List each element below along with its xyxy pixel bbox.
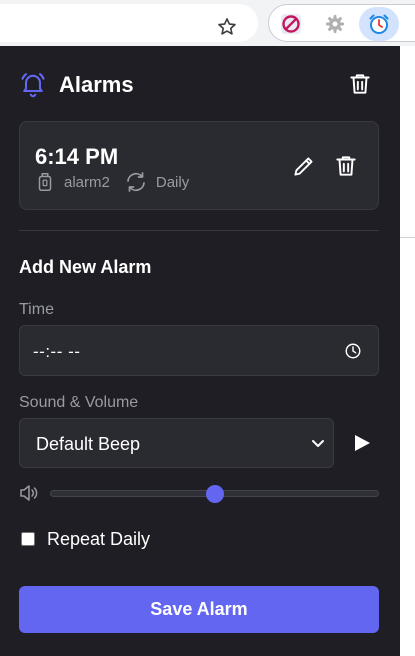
time-input[interactable]: --:-- -- <box>19 325 379 376</box>
repeat-daily-label[interactable]: Repeat Daily <box>47 529 150 550</box>
repeat-daily-checkbox[interactable] <box>21 532 35 546</box>
clock-icon[interactable] <box>344 342 362 360</box>
sound-volume-label: Sound & Volume <box>19 394 139 411</box>
alarm-card: 6:14 PM alarm2 Daily <box>19 121 379 210</box>
page-title: Alarms <box>59 72 134 97</box>
popup-header: Alarms <box>19 68 381 102</box>
alarm-repeat: Daily <box>155 173 190 191</box>
address-bar[interactable] <box>0 4 258 42</box>
volume-icon <box>20 485 38 501</box>
play-icon[interactable] <box>351 432 373 454</box>
alarm-clock-extension-icon[interactable] <box>367 12 391 36</box>
delete-alarm-trash-icon[interactable] <box>333 153 359 179</box>
sound-select[interactable]: Default Beep <box>19 418 334 468</box>
time-label: Time <box>19 301 54 318</box>
gear-extension-icon[interactable] <box>323 12 347 36</box>
sound-select-value: Default Beep <box>36 434 141 454</box>
section-divider <box>19 230 379 231</box>
repeat-icon <box>127 172 145 192</box>
chevron-down-icon <box>312 440 324 447</box>
alarm-meta: alarm2 Daily <box>36 170 189 194</box>
time-input-value: --:-- -- <box>33 342 81 361</box>
bell-icon <box>21 73 45 98</box>
extensions-area <box>268 4 415 42</box>
luggage-tag-icon <box>38 173 52 191</box>
add-alarm-heading: Add New Alarm <box>19 257 152 277</box>
alarm-name: alarm2 <box>64 173 110 191</box>
browser-toolbar <box>0 0 415 46</box>
delete-all-trash-icon[interactable] <box>347 71 373 97</box>
repeat-daily-row[interactable]: Repeat Daily <box>19 528 150 550</box>
alarm-popup: Alarms 6:14 PM alarm2 Daily Add New Alar… <box>0 46 400 656</box>
alarm-time: 6:14 PM <box>35 144 119 169</box>
underlying-page-edge <box>400 46 415 656</box>
star-icon[interactable] <box>216 16 238 38</box>
blocked-extension-icon[interactable] <box>279 12 303 36</box>
save-alarm-button[interactable]: Save Alarm <box>19 586 379 633</box>
volume-slider-thumb[interactable] <box>205 485 224 503</box>
edit-pencil-icon[interactable] <box>291 153 317 179</box>
